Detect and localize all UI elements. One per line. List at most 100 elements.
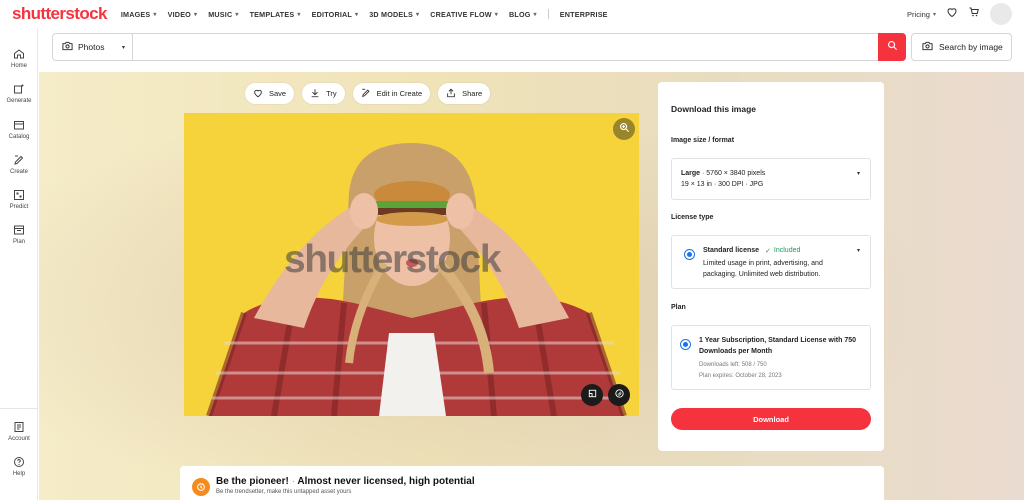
plan-select[interactable]: 1 Year Subscription, Standard License wi… [671,325,871,390]
download-icon [310,88,320,100]
account-icon [13,421,25,433]
home-icon [13,48,25,60]
share-button[interactable]: Share [438,83,491,104]
heart-icon [253,88,263,100]
license-radio[interactable] [684,249,695,260]
license-select[interactable]: Standard license ✓ Included Limited usag… [671,235,871,289]
search-bar: Photos ▾ [52,33,906,61]
image-actions: Save Try Edit in Create Share [245,83,491,104]
plan-radio[interactable] [680,339,691,350]
size-detail: 19 × 13 in · 300 DPI · JPG [681,181,764,188]
chevron-down-icon: ▾ [121,44,125,51]
crop-icon [587,386,598,404]
sidebar-item-catalog[interactable]: Catalog [0,119,38,140]
banner-title: Be the pioneer! [216,476,289,487]
search-button[interactable] [878,33,906,61]
edit-icon [361,88,371,100]
banner-separator: · [291,476,295,487]
save-button[interactable]: Save [245,83,295,104]
avatar[interactable] [990,3,1012,25]
image-search-icon [922,41,933,53]
top-nav: shutterstock IMAGES ▾ VIDEO ▾ MUSIC ▾ TEMPL… [0,0,1024,28]
license-badge: Included [773,247,801,254]
banner-subtitle: Be the trendsetter, make this untapped a… [216,489,352,495]
banner-title-rest: Almost never licensed, high potential [297,476,475,487]
crop-button[interactable] [581,384,603,406]
nav-enterprise[interactable]: ENTERPRISE [560,10,608,19]
pioneer-banner: Be the pioneer! · Almost never licensed,… [180,466,884,500]
camera-icon [62,41,73,53]
sidebar-item-help[interactable]: Help [0,456,38,477]
license-description: Limited usage in print, advertising, and… [703,260,823,278]
search-row: Photos ▾ Search by image [38,28,1024,72]
zoom-in-icon [619,120,630,138]
plan-expires: Plan expires: October 28, 2023 [699,373,782,379]
zoom-button[interactable] [613,118,635,140]
edit-in-create-button[interactable]: Edit in Create [352,83,431,104]
chevron-down-icon: ▾ [235,11,239,18]
sparkle-icon [614,386,625,404]
catalog-icon [13,119,25,131]
sidebar-item-home[interactable]: Home [0,48,38,69]
plan-downloads: Downloads left: 508 / 750 [699,362,767,368]
check-icon: ✓ [765,247,771,255]
plan-name: 1 Year Subscription, Standard License wi… [699,337,857,355]
nav-templates[interactable]: TEMPLATES ▾ [250,10,301,19]
chevron-down-icon: ▾ [153,11,157,18]
generate-icon [13,83,25,95]
ai-tools-button[interactable] [608,384,630,406]
pricing-menu[interactable]: Pricing ▾ [907,10,936,19]
plan-icon [13,224,25,236]
chevron-down-icon: ▾ [415,11,420,18]
chevron-down-icon: ▾ [533,11,537,18]
sidebar-item-plan[interactable]: Plan [0,224,38,245]
sidebar-item-create[interactable]: Create [0,154,38,175]
download-panel: Download this image Image size / format … [658,82,884,451]
nav-images[interactable]: IMAGES ▾ [121,10,157,19]
chevron-down-icon: ▾ [193,11,198,18]
license-type-label: License type [671,214,714,221]
nav-blog[interactable]: BLOG ▾ [509,10,537,19]
image-size-label: Image size / format [671,137,735,144]
plan-label: Plan [671,304,686,311]
sidebar-item-predict[interactable]: Predict [0,189,38,210]
nav-divider [547,9,549,19]
chevron-down-icon: ▾ [856,248,860,254]
watermark: shutterstock [284,238,502,281]
chevron-down-icon: ▾ [297,11,301,18]
logo[interactable]: shutterstock [12,4,107,24]
nav-editorial[interactable]: EDITORIAL ▾ [312,10,359,19]
license-name: Standard license [703,247,760,254]
sidebar-item-generate[interactable]: Generate [0,83,38,104]
try-button[interactable]: Try [302,83,345,104]
sidebar: Home Generate Catalog Create Predict Pla… [0,28,38,500]
chevron-down-icon: ▾ [932,11,936,18]
pioneer-icon [192,478,210,496]
sidebar-divider [0,408,38,409]
nav-creative-flow[interactable]: CREATIVE FLOW ▾ [430,10,498,19]
sidebar-item-account[interactable]: Account [0,421,38,442]
predict-icon [13,189,25,201]
search-by-image-button[interactable]: Search by image [911,33,1012,61]
image-size-select[interactable]: Large · 5760 × 3840 pixels 19 × 13 in · … [671,158,871,200]
chevron-down-icon: ▾ [856,171,860,177]
chevron-down-icon: ▾ [494,11,498,18]
media-type-select[interactable]: Photos ▾ [53,34,133,60]
heart-icon[interactable] [946,5,958,23]
size-name: Large [681,170,701,177]
chevron-down-icon: ▾ [355,11,359,18]
nav-video[interactable]: VIDEO ▾ [168,10,198,19]
panel-title: Download this image [671,104,757,114]
share-icon [446,88,456,100]
nav-right: Pricing ▾ [907,3,1012,25]
size-dims: · 5760 × 3840 pixels [702,170,766,177]
cart-icon[interactable] [968,5,980,23]
help-icon [13,456,25,468]
create-icon [13,154,25,166]
preview-image[interactable]: shutterstock [184,113,639,416]
download-button[interactable]: Download [671,408,871,430]
nav-3d-models[interactable]: 3D MODELS ▾ [369,10,419,19]
search-icon [887,38,898,56]
nav-music[interactable]: MUSIC ▾ [208,10,238,19]
search-input[interactable] [137,37,837,57]
